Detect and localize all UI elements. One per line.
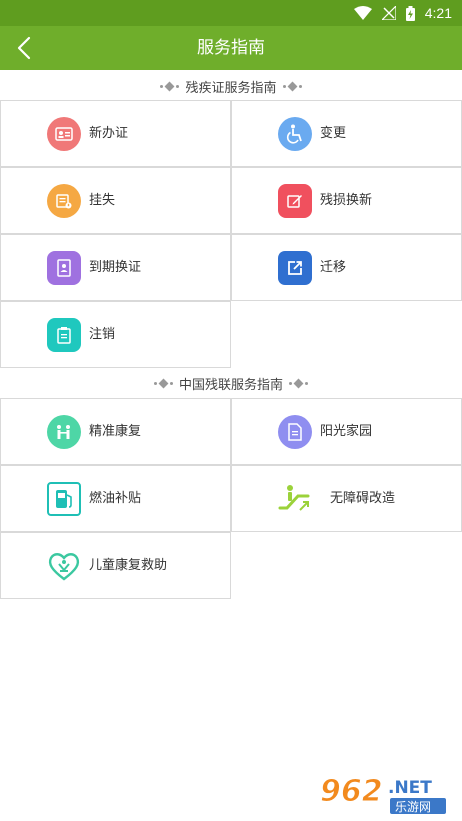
service-label: 变更	[320, 126, 347, 141]
service-precise-rehab[interactable]: 精准康复	[0, 398, 231, 465]
wheelchair-icon	[278, 117, 312, 151]
status-icons: 4:21	[353, 3, 452, 23]
rehab-icon	[47, 415, 81, 449]
section-header-disability-card: 残疾证服务指南	[0, 71, 462, 101]
service-cancel[interactable]: 注销	[0, 301, 231, 368]
page-title: 服务指南	[197, 38, 265, 58]
service-label: 阳光家园	[320, 424, 373, 439]
status-bar: 4:21	[0, 0, 462, 26]
service-renew-expired[interactable]: 到期换证	[0, 234, 231, 301]
app-bar: 服务指南	[0, 26, 462, 70]
service-sunshine-home[interactable]: 阳光家园	[231, 398, 462, 465]
right-ornament-icon	[282, 81, 302, 91]
clipboard-icon	[47, 318, 81, 352]
wifi-icon	[353, 6, 372, 20]
service-report-loss[interactable]: 挂失	[0, 167, 231, 234]
id-card-icon	[47, 117, 81, 151]
service-replace-damaged[interactable]: 残损换新	[231, 167, 462, 234]
signal-icon	[381, 6, 396, 20]
service-change[interactable]: 变更	[231, 100, 462, 167]
svg-text:962: 962	[320, 774, 383, 809]
contact-book-icon	[47, 251, 81, 285]
service-fuel-subsidy[interactable]: 燃油补贴	[0, 465, 231, 532]
service-label: 新办证	[89, 126, 129, 141]
document-icon	[278, 415, 312, 449]
edit-icon	[278, 184, 312, 218]
service-child-rehab-aid[interactable]: 儿童康复救助	[0, 532, 231, 599]
right-ornament-icon	[289, 378, 308, 388]
service-label: 到期换证	[89, 260, 142, 275]
service-label: 燃油补贴	[89, 491, 142, 506]
fuel-icon	[47, 482, 81, 516]
service-label: 无障碍改造	[330, 491, 396, 506]
service-label: 残损换新	[320, 193, 373, 208]
section-header-cdpf: 中国残联服务指南	[0, 368, 462, 398]
transfer-icon	[278, 251, 312, 285]
status-time: 4:21	[424, 5, 452, 21]
watermark-logo: 962 .NET 乐游网	[316, 771, 456, 817]
section-title: 中国残联服务指南	[178, 377, 283, 393]
left-ornament-icon	[153, 378, 173, 388]
report-loss-icon	[47, 184, 81, 218]
service-new-card[interactable]: 新办证	[0, 100, 231, 167]
service-label: 迁移	[320, 260, 347, 275]
section-title: 残疾证服务指南	[185, 80, 277, 96]
service-label: 精准康复	[89, 424, 142, 439]
svg-text:.NET: .NET	[388, 778, 432, 798]
battery-icon	[405, 5, 415, 21]
service-accessibility-renovation[interactable]: 无障碍改造	[231, 465, 462, 532]
left-ornament-icon	[160, 81, 180, 91]
heart-child-icon	[47, 549, 81, 583]
escalator-icon	[278, 482, 312, 516]
service-label: 儿童康复救助	[89, 558, 168, 573]
service-label: 挂失	[89, 193, 116, 208]
service-transfer[interactable]: 迁移	[231, 234, 462, 301]
service-label: 注销	[89, 327, 116, 342]
svg-text:乐游网: 乐游网	[395, 800, 431, 814]
